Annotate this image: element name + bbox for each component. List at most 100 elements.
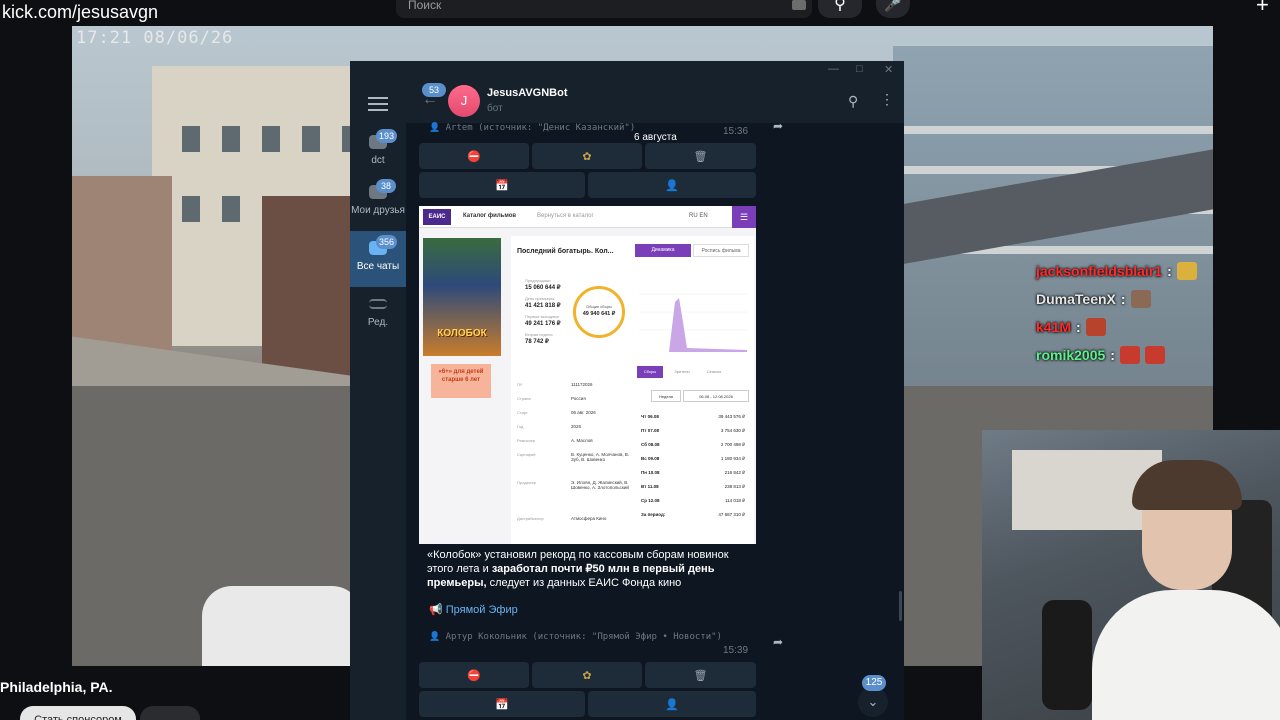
movie-poster: КОЛОБОК — [423, 238, 501, 356]
info-value: Россия — [571, 396, 586, 401]
chat-username: jacksonfieldsblair1 — [1036, 263, 1163, 279]
chat-username: k41M — [1036, 319, 1072, 335]
folder-label: dct — [371, 155, 385, 166]
user-icon: 👤 — [665, 698, 679, 711]
search-input[interactable]: Поиск — [396, 0, 812, 18]
info-value: 2026 — [571, 424, 582, 429]
keyboard-button-delete[interactable]: 🗑 — [645, 143, 756, 169]
info-label: Сценарий — [517, 452, 536, 457]
subtab-gross: Сборы — [637, 366, 663, 378]
stat-label: День премьеры — [525, 296, 555, 301]
message-author: 👤 Artem (источник: "Денис Казанский") — [429, 123, 636, 133]
stream-frame: kick.com/jesusavgn 17:21 08/06/26 Поиск … — [0, 0, 1280, 720]
folder-label: Мои друзья — [351, 205, 405, 216]
folder-badge: 193 — [376, 129, 398, 143]
keyboard-button-ban[interactable]: ⛔ — [419, 662, 529, 688]
scrollbar[interactable] — [899, 591, 902, 621]
channel-url: kick.com/jesusavgn — [2, 2, 159, 22]
keyboard-icon[interactable] — [792, 0, 806, 10]
age-rating: «6+» для детей старше 6 лет — [431, 364, 491, 398]
calendar-icon: 📅 — [495, 698, 509, 711]
search-button[interactable]: ⚲ — [818, 0, 862, 18]
scroll-down-button[interactable]: ⌄ — [858, 687, 888, 717]
message-author: 👤 Артур Кокольник (источник: "Прямой Эфи… — [429, 632, 722, 642]
telegram-window: — □ ✕ 193 dct 38 Мои друзья 356 Все чаты — [350, 61, 904, 720]
share-icon[interactable]: ➦ — [768, 119, 788, 139]
period-range: 06.08 - 12.08.2026 — [683, 390, 749, 402]
chat-message: k41M: — [1036, 318, 1106, 336]
chat-status: бот — [487, 103, 503, 114]
more-vertical-icon[interactable]: ⋮ — [880, 91, 894, 108]
info-value: 06 авг. 2026 — [571, 410, 596, 415]
viewer-count-pill[interactable] — [140, 706, 200, 720]
chat-username: romik2005 — [1036, 347, 1106, 363]
info-label: Режиссер — [517, 438, 536, 443]
lang-switch: RU EN — [689, 213, 708, 219]
stat-label: Первые выходные — [525, 314, 560, 319]
webcam-feed — [982, 430, 1280, 720]
keyboard-button-delete[interactable]: 🗑 — [645, 662, 756, 688]
folder-dct[interactable]: 193 dct — [350, 125, 406, 181]
maximize-icon[interactable]: □ — [856, 63, 863, 75]
create-icon[interactable]: + — [1256, 0, 1280, 17]
white-car — [202, 586, 362, 666]
hamburger-icon: ☰ — [732, 206, 756, 228]
unread-badge: 53 — [422, 83, 446, 97]
folder-edit[interactable]: Ред. — [350, 287, 406, 343]
microphone — [1042, 600, 1092, 710]
megaphone-icon: 📢 — [429, 604, 443, 616]
unread-messages-badge: 125 — [862, 675, 886, 691]
sponsor-button[interactable]: Стать спонсором — [20, 706, 136, 720]
live-link[interactable]: 📢 Прямой Эфир — [429, 603, 518, 616]
message-time: 15:36 — [723, 126, 749, 137]
chat-message: jacksonfieldsblair1: — [1036, 262, 1197, 280]
ring-value: 49 940 641 ₽ — [582, 311, 616, 317]
search-icon[interactable]: ⚲ — [848, 93, 858, 110]
close-icon[interactable]: ✕ — [884, 63, 893, 76]
folders-sidebar: 193 dct 38 Мои друзья 356 Все чаты Ред. — [350, 81, 406, 720]
trash-icon: 🗑 — [693, 150, 708, 163]
chat-title[interactable]: JesusAVGNBot — [487, 87, 567, 99]
chat-header: ← 53 J JesusAVGNBot бот ⚲ ⋮ — [406, 81, 904, 123]
info-label: ПУ — [517, 382, 523, 387]
chat-username: DumaTeenX — [1036, 291, 1116, 307]
sliders-icon — [369, 299, 387, 309]
info-label: Старт — [517, 410, 528, 415]
ban-icon: ⛔ — [467, 150, 481, 163]
keyboard-button-user[interactable]: 👤 — [588, 691, 756, 717]
subtab-viewers: Зрители — [674, 369, 690, 374]
info-label: Страна — [517, 396, 531, 401]
keyboard-button-calendar[interactable]: 📅 — [419, 172, 585, 198]
mic-button[interactable]: 🎤 — [876, 0, 910, 18]
minimize-icon[interactable]: — — [828, 63, 839, 75]
folder-all-chats[interactable]: 356 Все чаты — [350, 231, 406, 287]
subtab-sessions: Сеансы — [706, 369, 722, 374]
info-value: В. Куценко, А. Молчанов, В. Зуб, В. Шове… — [571, 452, 630, 462]
box-office-sparkline — [639, 293, 747, 352]
tab-dynamics: Динамика — [635, 244, 691, 257]
nav-back: Вернуться в каталог — [537, 213, 594, 219]
keyboard-button-user[interactable]: 👤 — [588, 172, 756, 198]
keyboard-button-broom[interactable]: ✿ — [532, 143, 642, 169]
mic-icon: 🎤 — [884, 0, 902, 12]
keyboard-button-ban[interactable]: ⛔ — [419, 143, 529, 169]
keyboard-button-broom[interactable]: ✿ — [532, 662, 642, 688]
window-titlebar[interactable]: — □ ✕ — [350, 61, 904, 81]
menu-icon[interactable] — [368, 97, 388, 111]
avatar[interactable]: J — [448, 85, 480, 117]
stream-location: Philadelphia, PA. — [0, 679, 113, 695]
ring-label: Общие сборы — [586, 304, 612, 309]
folder-badge: 356 — [376, 235, 398, 249]
calendar-icon: 📅 — [495, 179, 509, 192]
chat-message: DumaTeenX: — [1036, 290, 1151, 308]
eais-topbar: ЕАИС Каталог фильмов Вернуться в каталог… — [419, 206, 756, 228]
keyboard-button-calendar[interactable]: 📅 — [419, 691, 585, 717]
folder-label: Ред. — [367, 317, 389, 328]
message-caption: «Колобок» установил рекорд по кассовым с… — [427, 549, 729, 589]
message-photo[interactable]: ЕАИС Каталог фильмов Вернуться в каталог… — [419, 206, 756, 544]
total-ring: Общие сборы 49 940 641 ₽ — [573, 286, 625, 338]
stat-value: 78 742 ₽ — [525, 339, 549, 345]
stat-value: 15 060 644 ₽ — [525, 285, 561, 291]
folder-friends[interactable]: 38 Мои друзья — [350, 175, 406, 231]
share-icon[interactable]: ➦ — [768, 635, 788, 655]
